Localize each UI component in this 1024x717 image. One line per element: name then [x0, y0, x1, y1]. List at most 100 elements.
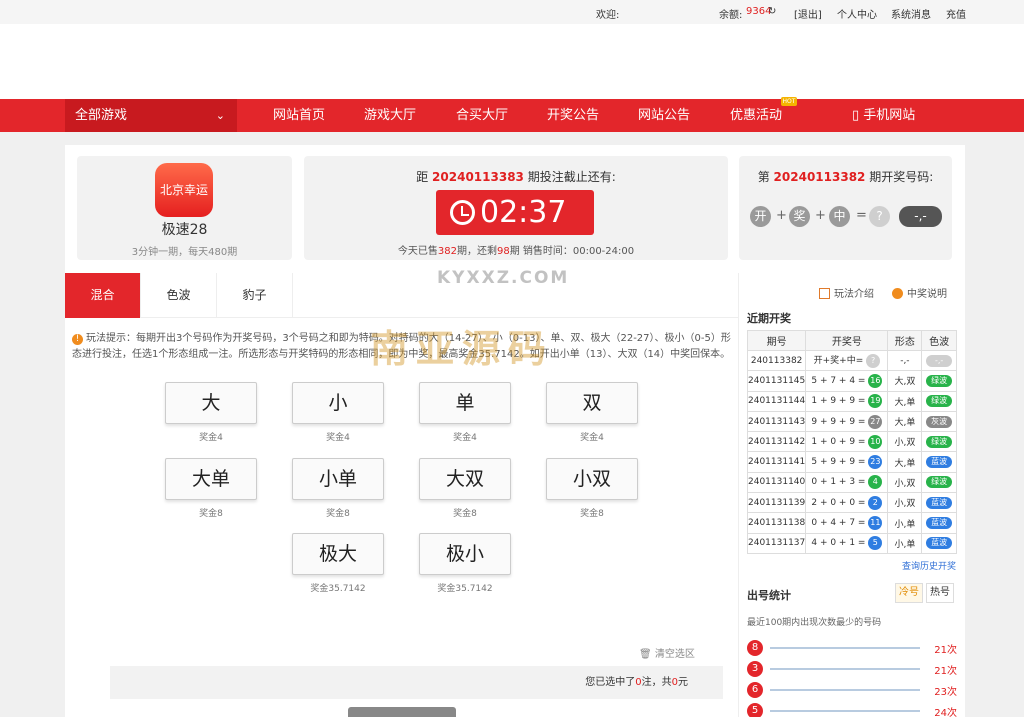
bet-option[interactable]: 极小: [419, 533, 511, 575]
wave-cell: 灰波: [921, 410, 957, 433]
stats-desc: 最近100期内出现次数最少的号码: [747, 618, 882, 628]
summary-post: 元: [678, 677, 688, 688]
all-games-dropdown[interactable]: 全部游戏 ⌄: [65, 99, 237, 132]
last-result-title: 第 20240113382 期开奖号码:: [739, 168, 952, 185]
numbers-text: 2 + 0 + 0 =: [811, 497, 866, 508]
wave-badge: -,-: [926, 354, 953, 367]
wave-badge: 蓝波: [926, 456, 953, 469]
result-sum-ball: ?: [869, 206, 890, 227]
numbers-cell: 0 + 4 + 7 = 11: [805, 512, 889, 534]
wave-cell: 绿波: [921, 471, 957, 494]
wave-cell: 蓝波: [921, 532, 957, 554]
bet-option[interactable]: 大单: [165, 458, 257, 500]
prize-info-link[interactable]: 中奖说明: [892, 285, 947, 300]
hot-tab[interactable]: 热号: [926, 583, 954, 603]
stat-row: 5 24次: [747, 703, 957, 717]
shape-cell: 小,双: [887, 471, 923, 494]
user-center-link[interactable]: 个人中心: [837, 6, 877, 21]
bet-option[interactable]: 小: [292, 382, 384, 424]
bet-option[interactable]: 单: [419, 382, 511, 424]
stat-row: 6 23次: [747, 682, 957, 698]
game-name: 极速28: [161, 222, 208, 238]
col-shape: 形态: [887, 330, 923, 351]
all-games-label: 全部游戏: [75, 108, 128, 123]
numbers-text: 5 + 9 + 9 =: [811, 457, 866, 468]
history-table: 期号 开奖号 形态 色波 240113382 开+奖+中= ? -,- -,- 2401…: [746, 330, 957, 554]
stat-bar: [770, 668, 920, 670]
stat-bar: [770, 647, 920, 649]
remain-count: 98: [496, 246, 510, 257]
numbers-text: 1 + 0 + 9 =: [811, 436, 866, 447]
bet-prize: 奖金4: [199, 433, 223, 443]
nav-draw-notice[interactable]: 开奖公告: [547, 99, 599, 132]
numbers-cell: 5 + 7 + 4 = 16: [805, 370, 889, 392]
numbers-text: 0 + 4 + 7 =: [811, 518, 866, 529]
nav-mobile[interactable]: ▯ 手机网站: [852, 99, 915, 132]
tab-mixed[interactable]: 混合: [65, 273, 141, 318]
stat-bar: [770, 710, 920, 712]
nav-home[interactable]: 网站首页: [273, 99, 325, 132]
period-cell: 2401131141: [746, 451, 807, 473]
stat-count: 21次: [934, 645, 957, 656]
bet-option[interactable]: 大双: [419, 458, 511, 500]
trash-icon: 🗑: [639, 649, 655, 660]
deadline-text: 距 20240113383 期投注截止还有:: [304, 168, 728, 185]
sold-mid: 期，还剩: [456, 246, 497, 257]
numbers-cell: 0 + 1 + 3 = 4: [805, 471, 889, 494]
tab-color-wave[interactable]: 色波: [141, 273, 217, 318]
stat-count: 24次: [934, 708, 957, 717]
recharge-link[interactable]: 充值: [946, 6, 966, 21]
numbers-cell: 4 + 0 + 1 = 5: [805, 532, 889, 554]
summary-pre: 您已选中了: [585, 677, 636, 688]
bet-option[interactable]: 双: [546, 382, 638, 424]
submit-button[interactable]: [348, 707, 456, 717]
sum-ball: 11: [868, 516, 883, 531]
history-more-link[interactable]: 查询历史开奖: [902, 559, 956, 572]
sum-ball: 27: [868, 414, 883, 429]
table-row: 2401131141 5 + 9 + 9 = 23 大,单 蓝波: [746, 451, 957, 473]
countdown-timer: 02:37: [436, 190, 594, 235]
nav-promotions[interactable]: 优惠活动: [730, 99, 782, 132]
result-prefix: 第: [757, 170, 770, 184]
numbers-cell: 开+奖+中= ?: [805, 349, 889, 372]
main-nav: 全部游戏 ⌄ 网站首页 游戏大厅 合买大厅 开奖公告 网站公告 优惠活动 ▯ 手…: [0, 99, 1024, 132]
shape-cell: 大,单: [887, 410, 923, 433]
messages-link[interactable]: 系统消息: [891, 6, 931, 21]
refresh-icon[interactable]: ↻: [768, 6, 776, 17]
question-icon: [892, 288, 903, 299]
stat-count: 23次: [934, 687, 957, 698]
result-period: 20240113382: [773, 170, 866, 184]
bet-prize: 奖金4: [453, 433, 477, 443]
table-row: 2401131143 9 + 9 + 9 = 27 大,单 灰波: [746, 410, 957, 433]
bet-option[interactable]: 大: [165, 382, 257, 424]
result-ball: 开: [750, 206, 771, 227]
bet-option[interactable]: 小双: [546, 458, 638, 500]
bet-prize: 奖金35.7142: [437, 584, 493, 594]
numbers-cell: 1 + 0 + 9 = 10: [805, 431, 889, 453]
nav-game-hall[interactable]: 游戏大厅: [364, 99, 416, 132]
sum-ball: 5: [868, 536, 883, 551]
wave-badge: 绿波: [926, 395, 953, 408]
clear-selection-button[interactable]: 🗑 清空选区: [639, 645, 695, 660]
result-suffix: 期开奖号码:: [869, 170, 934, 184]
document-icon: [819, 288, 830, 299]
result-ball: 中: [829, 206, 850, 227]
nav-site-notice[interactable]: 网站公告: [638, 99, 690, 132]
sum-ball: 2: [868, 495, 883, 510]
period-cell: 2401131144: [746, 390, 807, 412]
logout-link[interactable]: [退出]: [794, 6, 822, 21]
stat-row: 3 21次: [747, 661, 957, 677]
cold-tab[interactable]: 冷号: [895, 583, 923, 603]
bet-option[interactable]: 极大: [292, 533, 384, 575]
tab-leopard[interactable]: 豹子: [217, 273, 293, 318]
wave-badge: 绿波: [926, 374, 953, 387]
watermark: 南亚源码: [370, 327, 555, 371]
wave-badge: 绿波: [926, 435, 953, 448]
nav-joint-buy[interactable]: 合买大厅: [456, 99, 508, 132]
bet-prize: 奖金8: [580, 509, 604, 519]
rules-link[interactable]: 玩法介绍: [819, 285, 874, 300]
hot-badge: HOT: [781, 97, 797, 106]
table-row: 2401131139 2 + 0 + 0 = 2 小,双 蓝波: [746, 492, 957, 514]
sold-suffix: 期 销售时间：00:00-24:00: [509, 246, 635, 257]
bet-option[interactable]: 小单: [292, 458, 384, 500]
